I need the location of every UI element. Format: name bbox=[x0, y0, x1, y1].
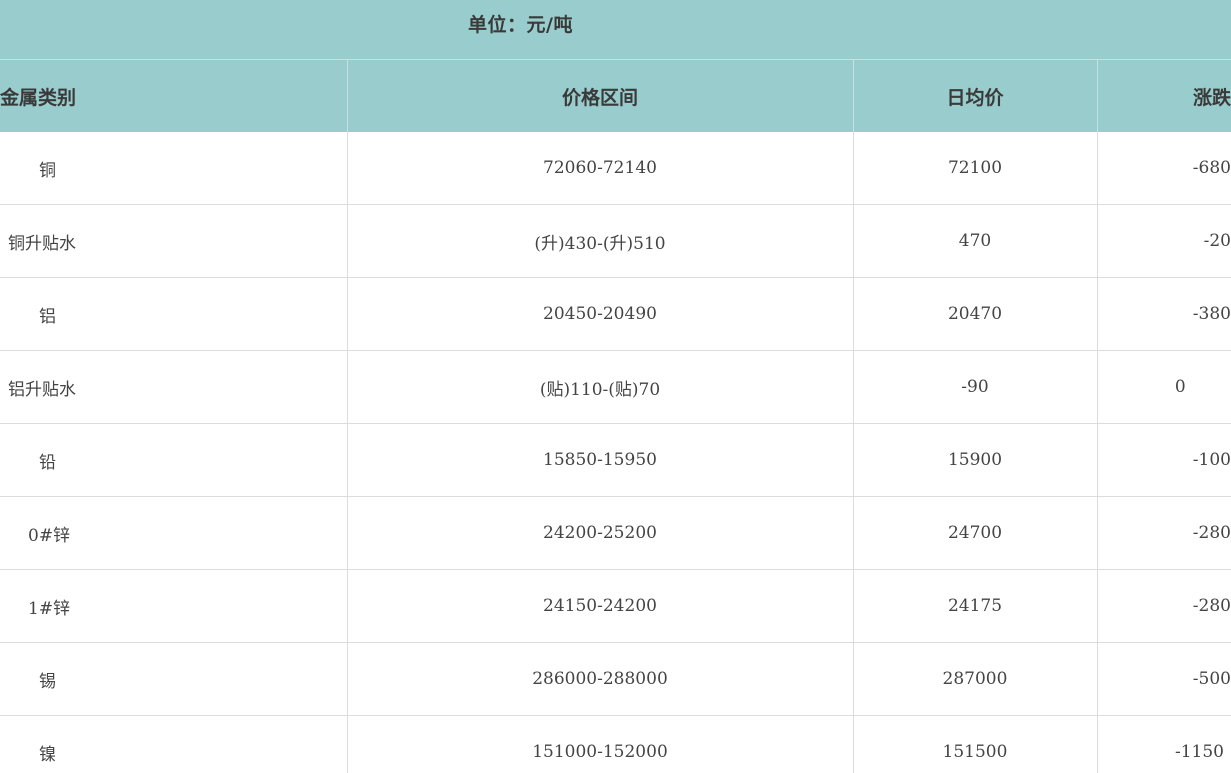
metal-price-table: 金属类别 价格区间 日均价 涨跌 铜 72060-72140 72100 -68… bbox=[0, 59, 1231, 773]
price-range: 24200-25200 bbox=[347, 496, 854, 570]
price-range: 20450-20490 bbox=[347, 277, 854, 351]
table-header-row: 金属类别 价格区间 日均价 涨跌 bbox=[0, 59, 1231, 132]
daily-average: 470 bbox=[853, 204, 1098, 278]
price-range: 151000-152000 bbox=[347, 715, 854, 773]
price-range: (贴)110-(贴)70 bbox=[347, 350, 854, 424]
metal-name: 铜升贴水 bbox=[0, 204, 348, 278]
price-page: 单位：元/吨 金属类别 价格区间 日均价 涨跌 铜 72060-72140 72… bbox=[0, 0, 1231, 773]
column-header-change: 涨跌 bbox=[1097, 59, 1231, 132]
metal-name: 铝升贴水 bbox=[0, 350, 348, 424]
metal-name: 铅 bbox=[0, 423, 348, 497]
price-range: 286000-288000 bbox=[347, 642, 854, 716]
table-row: 铜 72060-72140 72100 -680 bbox=[0, 132, 1231, 205]
daily-average: 72100 bbox=[853, 132, 1098, 205]
metal-name: 锡 bbox=[0, 642, 348, 716]
daily-average: -90 bbox=[853, 350, 1098, 424]
price-range: (升)430-(升)510 bbox=[347, 204, 854, 278]
column-header-daily-average: 日均价 bbox=[853, 59, 1098, 132]
metal-name: 铜 bbox=[0, 132, 348, 205]
metal-name: 1#锌 bbox=[0, 569, 348, 643]
daily-average: 24700 bbox=[853, 496, 1098, 570]
table-row: 0#锌 24200-25200 24700 -280 bbox=[0, 496, 1231, 570]
price-range: 72060-72140 bbox=[347, 132, 854, 205]
price-change: -280 bbox=[1097, 569, 1231, 643]
price-change: 0 bbox=[1097, 350, 1231, 424]
price-range: 15850-15950 bbox=[347, 423, 854, 497]
price-range: 24150-24200 bbox=[347, 569, 854, 643]
table-row: 铝 20450-20490 20470 -380 bbox=[0, 277, 1231, 351]
column-header-metal: 金属类别 bbox=[0, 59, 348, 132]
price-change: -280 bbox=[1097, 496, 1231, 570]
daily-average: 151500 bbox=[853, 715, 1098, 773]
metal-name: 0#锌 bbox=[0, 496, 348, 570]
table-row: 铝升贴水 (贴)110-(贴)70 -90 0 bbox=[0, 350, 1231, 424]
column-header-price-range: 价格区间 bbox=[347, 59, 854, 132]
unit-header-bar: 单位：元/吨 bbox=[0, 0, 1231, 59]
metal-name: 镍 bbox=[0, 715, 348, 773]
price-change: -500 bbox=[1097, 642, 1231, 716]
daily-average: 24175 bbox=[853, 569, 1098, 643]
daily-average: 20470 bbox=[853, 277, 1098, 351]
table-row: 铜升贴水 (升)430-(升)510 470 -20 bbox=[0, 204, 1231, 278]
table-row: 铅 15850-15950 15900 -100 bbox=[0, 423, 1231, 497]
table-row: 镍 151000-152000 151500 -1150 bbox=[0, 715, 1231, 773]
table-row: 1#锌 24150-24200 24175 -280 bbox=[0, 569, 1231, 643]
metal-name: 铝 bbox=[0, 277, 348, 351]
price-change: -1150 bbox=[1097, 715, 1231, 773]
price-change: -100 bbox=[1097, 423, 1231, 497]
daily-average: 15900 bbox=[853, 423, 1098, 497]
price-change: -380 bbox=[1097, 277, 1231, 351]
daily-average: 287000 bbox=[853, 642, 1098, 716]
price-change: -680 bbox=[1097, 132, 1231, 205]
price-change: -20 bbox=[1097, 204, 1231, 278]
unit-label: 单位：元/吨 bbox=[468, 14, 573, 36]
table-row: 锡 286000-288000 287000 -500 bbox=[0, 642, 1231, 716]
